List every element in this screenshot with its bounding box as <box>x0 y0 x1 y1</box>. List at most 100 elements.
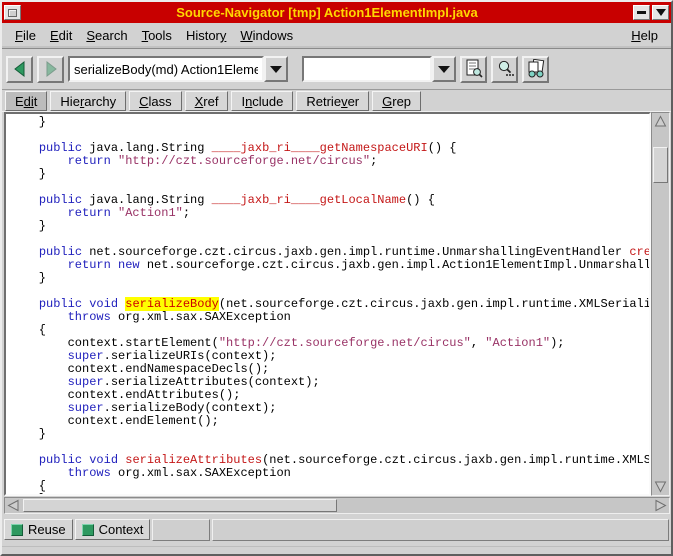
code-segment <box>10 141 39 155</box>
code-segment: (net.sourceforge.czt.circus.jaxb.gen.imp… <box>219 297 651 311</box>
triangle-down-icon <box>654 480 667 493</box>
menu-windows[interactable]: Windows <box>233 25 300 46</box>
code-segment: public <box>39 297 82 311</box>
symbol-history-input[interactable] <box>68 56 264 82</box>
menu-edit[interactable]: Edit <box>43 25 79 46</box>
search-tool-button[interactable] <box>491 56 518 83</box>
label-text: y <box>220 28 227 43</box>
code-segment: context.endElement(); <box>10 414 219 428</box>
search-dropdown-button[interactable] <box>432 56 456 82</box>
vertical-scroll-thumb[interactable] <box>653 147 668 183</box>
label-text: Histor <box>186 28 220 43</box>
code-line: } <box>10 428 649 441</box>
menu-history[interactable]: History <box>179 25 233 46</box>
code-segment <box>10 401 68 415</box>
code-segment: () { <box>428 141 457 155</box>
code-segment: ; <box>183 206 190 220</box>
code-segment <box>10 245 39 259</box>
code-segment <box>10 258 68 272</box>
code-segment: () { <box>406 193 435 207</box>
code-segment: , <box>471 336 485 350</box>
scroll-up-button[interactable] <box>653 114 668 129</box>
tab-class[interactable]: Class <box>129 91 182 111</box>
horizontal-scrollbar[interactable] <box>4 497 670 514</box>
scroll-left-button[interactable] <box>6 498 21 513</box>
code-segment: new <box>118 258 140 272</box>
tab-include[interactable]: Include <box>231 91 293 111</box>
code-text: } public java.lang.String ____jaxb_ri___… <box>6 114 649 496</box>
back-arrow-icon <box>11 60 29 78</box>
label-text: t <box>34 94 38 109</box>
menubar-left: FileEditSearchToolsHistoryWindows <box>8 25 300 46</box>
label-text: H <box>631 28 640 43</box>
code-segment: .serializeBody(context); <box>104 401 277 415</box>
code-segment: .serializeURIs(context); <box>104 349 277 363</box>
titlebar[interactable]: Source-Navigator [tmp] Action1ElementImp… <box>2 2 671 23</box>
label-text: earch <box>95 28 128 43</box>
triangle-right-icon <box>654 499 667 512</box>
menu-help[interactable]: Help <box>624 25 665 46</box>
code-line: } <box>10 116 649 129</box>
minimize-button[interactable] <box>633 5 650 20</box>
scroll-down-button[interactable] <box>653 479 668 494</box>
bottom-tab-reuse[interactable]: Reuse <box>4 519 73 540</box>
minimize-icon <box>637 11 646 14</box>
scroll-right-button[interactable] <box>653 498 668 513</box>
code-segment <box>10 297 39 311</box>
label-text: lass <box>148 94 171 109</box>
tab-grep[interactable]: Grep <box>372 91 421 111</box>
window-menu-button[interactable] <box>4 5 21 20</box>
mode-tabbar: EditHierarchyClassXrefIncludeRetrieverGr… <box>2 90 671 111</box>
code-line: { <box>10 480 649 493</box>
code-segment: "Action1" <box>118 206 183 220</box>
history-back-button[interactable] <box>6 56 33 83</box>
label-text: E <box>15 94 24 109</box>
bottom-tab-label: Context <box>99 522 144 537</box>
label-text: Hie <box>60 94 80 109</box>
vertical-scrollbar[interactable] <box>651 112 670 496</box>
tab-xref[interactable]: Xref <box>185 91 229 111</box>
symbol-history-dropdown-button[interactable] <box>264 56 288 82</box>
code-segment: { <box>10 479 46 493</box>
code-segment: super <box>68 375 104 389</box>
label-text: archy <box>84 94 116 109</box>
code-segment: super <box>68 401 104 415</box>
symbol-history-combo <box>68 56 288 82</box>
search-input[interactable] <box>302 56 432 82</box>
code-segment: return <box>68 258 111 272</box>
bottom-tab-label: Reuse <box>28 522 66 537</box>
code-segment: public <box>39 245 82 259</box>
code-editor[interactable]: } public java.lang.String ____jaxb_ri___… <box>4 112 651 496</box>
code-segment: void <box>89 297 118 311</box>
code-segment: serializeAttributes <box>125 453 262 467</box>
menubar: FileEditSearchToolsHistoryWindows Help <box>2 23 671 49</box>
code-segment: ); <box>550 336 564 350</box>
tab-retriever[interactable]: Retriever <box>296 91 369 111</box>
view-symbol-button[interactable] <box>460 56 487 83</box>
menu-file[interactable]: File <box>8 25 43 46</box>
code-line: } <box>10 220 649 233</box>
code-segment: } <box>10 271 46 285</box>
label-text: ile <box>23 28 36 43</box>
code-line: context.endElement(); <box>10 415 649 428</box>
label-text: clude <box>252 94 283 109</box>
history-forward-button[interactable] <box>37 56 64 83</box>
tab-edit[interactable]: Edit <box>5 91 47 111</box>
highlighted-symbol: serializeBody <box>125 297 219 311</box>
code-segment <box>111 258 118 272</box>
code-segment: { <box>10 323 46 337</box>
maximize-button[interactable] <box>652 5 669 20</box>
magnifier-ellipsis-icon <box>495 59 515 79</box>
horizontal-scroll-thumb[interactable] <box>23 499 337 512</box>
code-segment <box>10 466 68 480</box>
bottom-bar: Reuse Context <box>2 514 671 546</box>
menu-search[interactable]: Search <box>79 25 134 46</box>
tab-hierarchy[interactable]: Hierarchy <box>50 91 126 111</box>
label-text: F <box>15 28 23 43</box>
chevron-down-icon <box>438 66 450 73</box>
code-line: return "http://czt.sourceforge.net/circu… <box>10 155 649 168</box>
bottom-tab-context[interactable]: Context <box>75 519 151 540</box>
retriever-tool-button[interactable] <box>522 56 549 83</box>
code-segment: "http://czt.sourceforge.net/circus" <box>219 336 471 350</box>
menu-tools[interactable]: Tools <box>135 25 179 46</box>
